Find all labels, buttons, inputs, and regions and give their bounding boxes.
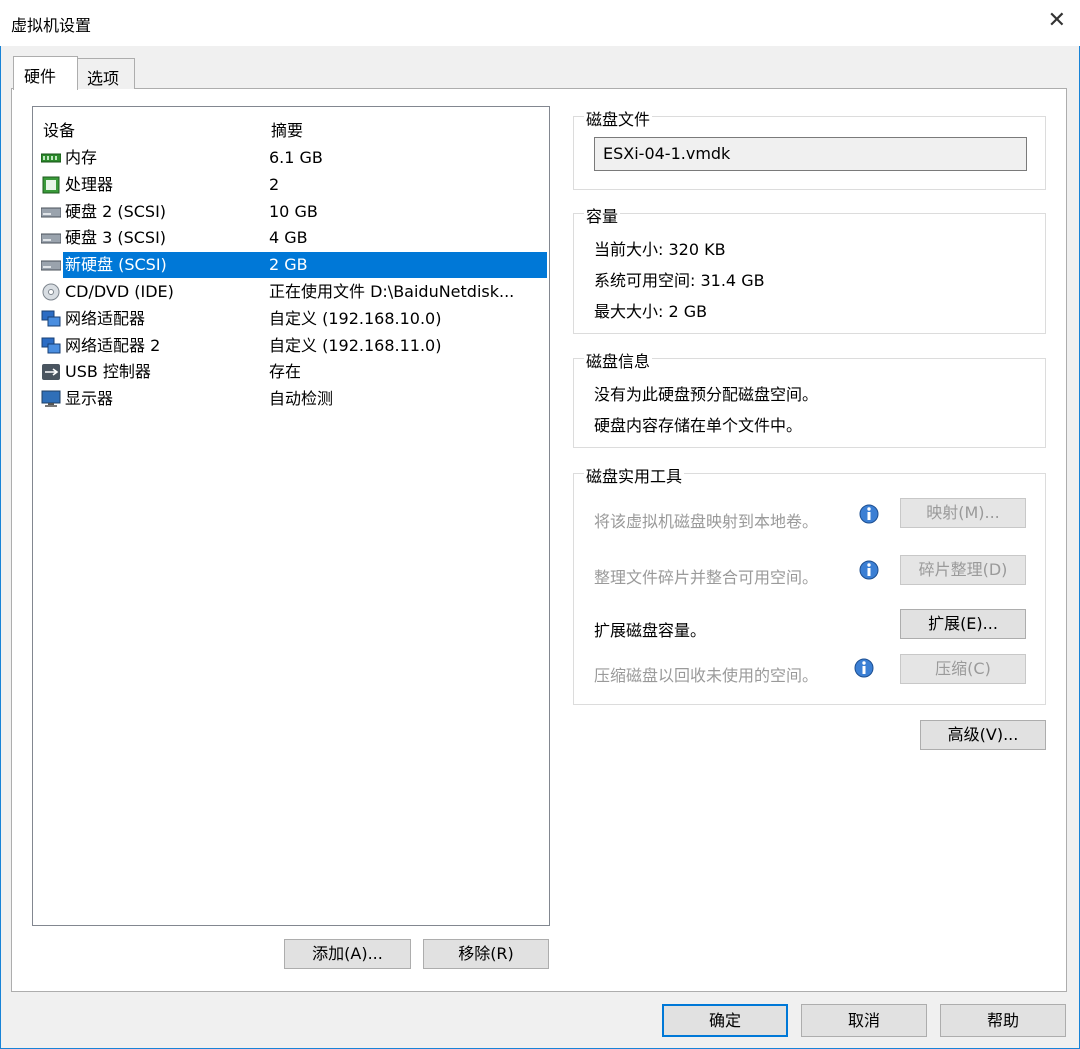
device-name: 新硬盘 (SCSI) (63, 252, 263, 278)
device-name: 硬盘 2 (SCSI) (65, 202, 167, 221)
current-size-label: 当前大小: 320 KB (594, 240, 726, 259)
hard-disk-icon (41, 207, 61, 218)
cancel-button[interactable]: 取消 (801, 1004, 927, 1037)
memory-icon (41, 153, 61, 163)
tab-hardware-label: 硬件 (24, 67, 57, 86)
disk-info-legend: 磁盘信息 (584, 348, 653, 372)
device-row-usb-controller[interactable]: USB 控制器 存在 (33, 359, 549, 385)
device-row-display[interactable]: 显示器 自动检测 (33, 386, 549, 412)
disk-file-group: 磁盘文件 ESXi-04-1.vmdk (573, 106, 1046, 190)
disk-utilities-legend: 磁盘实用工具 (584, 463, 685, 487)
info-icon[interactable] (858, 559, 880, 581)
expand-description: 扩展磁盘容量。 (594, 621, 707, 640)
help-button[interactable]: 帮助 (940, 1004, 1066, 1037)
device-name: 内存 (65, 148, 98, 167)
device-row-hard-disk-2[interactable]: 硬盘 2 (SCSI) 10 GB (33, 199, 549, 225)
remove-button[interactable]: 移除(R) (423, 939, 549, 969)
disk-info-group: 磁盘信息 没有为此硬盘预分配磁盘空间。 硬盘内容存储在单个文件中。 (573, 348, 1046, 448)
device-summary: 6.1 GB (269, 148, 323, 167)
hard-disk-icon (41, 260, 61, 271)
device-name: CD/DVD (IDE) (65, 282, 174, 301)
device-name: 硬盘 3 (SCSI) (65, 228, 167, 247)
map-description: 将该虚拟机磁盘映射到本地卷。 (594, 512, 819, 531)
device-summary: 10 GB (269, 202, 318, 221)
add-button[interactable]: 添加(A)... (284, 939, 411, 969)
map-button[interactable]: 映射(M)... (900, 498, 1026, 528)
compact-button[interactable]: 压缩(C) (900, 654, 1026, 684)
network-adapter-icon (41, 310, 61, 327)
device-row-hard-disk-3[interactable]: 硬盘 3 (SCSI) 4 GB (33, 225, 549, 251)
display-icon (41, 390, 61, 407)
device-column-header: 设备 (43, 121, 76, 140)
device-name: 网络适配器 (65, 309, 146, 328)
device-summary: 自动检测 (269, 389, 334, 408)
defrag-button[interactable]: 碎片整理(D) (900, 555, 1026, 585)
advanced-button[interactable]: 高级(V)... (920, 720, 1046, 750)
processor-icon (42, 176, 60, 194)
device-name: USB 控制器 (65, 362, 151, 381)
defrag-description: 整理文件碎片并整合可用空间。 (594, 568, 819, 587)
device-row-cd-dvd[interactable]: CD/DVD (IDE) 正在使用文件 D:\BaiduNetdisk... (33, 279, 549, 305)
device-summary: 正在使用文件 D:\BaiduNetdisk... (269, 282, 515, 301)
network-adapter-icon (41, 337, 61, 354)
device-row-network-adapter-2[interactable]: 网络适配器 2 自定义 (192.168.11.0) (33, 333, 549, 359)
close-icon[interactable]: ✕ (1048, 8, 1066, 33)
max-size-label: 最大大小: 2 GB (594, 302, 708, 321)
disk-file-field[interactable]: ESXi-04-1.vmdk (594, 137, 1027, 171)
device-summary: 4 GB (269, 228, 308, 247)
device-row-new-hard-disk[interactable]: 新硬盘 (SCSI) 2 GB (33, 252, 549, 278)
tab-options[interactable]: 选项 (76, 58, 135, 89)
device-summary: 2 (269, 175, 280, 194)
hard-disk-icon (41, 233, 61, 244)
available-space-label: 系统可用空间: 31.4 GB (594, 271, 765, 290)
device-summary: 存在 (269, 362, 302, 381)
compact-description: 压缩磁盘以回收未使用的空间。 (594, 666, 819, 685)
tab-options-label: 选项 (87, 69, 120, 88)
device-name: 处理器 (65, 175, 114, 194)
device-name: 显示器 (65, 389, 114, 408)
window-title: 虚拟机设置 (11, 16, 92, 35)
device-name: 网络适配器 2 (65, 336, 161, 355)
device-row-memory[interactable]: 内存 6.1 GB (33, 145, 549, 171)
title-bar: 虚拟机设置 ✕ (0, 0, 1080, 46)
info-icon[interactable] (858, 503, 880, 525)
disk-info-line-1: 没有为此硬盘预分配磁盘空间。 (594, 385, 819, 404)
expand-button[interactable]: 扩展(E)... (900, 609, 1026, 639)
disk-info-line-2: 硬盘内容存储在单个文件中。 (594, 416, 803, 435)
disk-file-legend: 磁盘文件 (584, 106, 653, 130)
device-summary: 自定义 (192.168.10.0) (269, 309, 442, 328)
capacity-legend: 容量 (584, 203, 621, 227)
device-summary: 2 GB (261, 252, 547, 278)
cd-dvd-icon (42, 283, 60, 301)
disk-utilities-group: 磁盘实用工具 将该虚拟机磁盘映射到本地卷。 映射(M)... 整理文件碎片并整合… (573, 463, 1046, 705)
usb-icon (42, 364, 60, 380)
device-summary: 自定义 (192.168.11.0) (269, 336, 442, 355)
device-row-processor[interactable]: 处理器 2 (33, 172, 549, 198)
device-row-network-adapter[interactable]: 网络适配器 自定义 (192.168.10.0) (33, 306, 549, 332)
info-icon[interactable] (853, 657, 875, 679)
tab-hardware[interactable]: 硬件 (13, 56, 78, 90)
summary-column-header: 摘要 (271, 121, 304, 140)
ok-button[interactable]: 确定 (662, 1004, 788, 1037)
device-list[interactable]: 设备 摘要 内存 6.1 GB 处理器 2 硬盘 2 (SCSI) 10 GB … (32, 106, 550, 926)
capacity-group: 容量 当前大小: 320 KB 系统可用空间: 31.4 GB 最大大小: 2 … (573, 203, 1046, 334)
